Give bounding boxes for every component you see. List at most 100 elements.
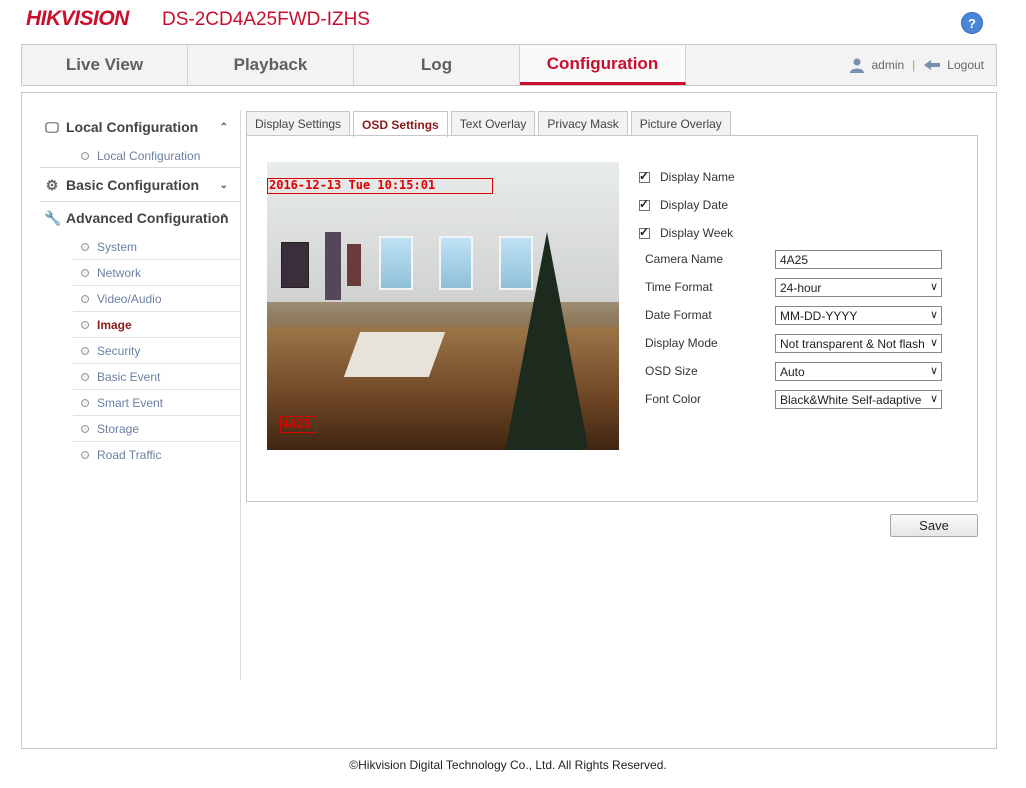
time-format-value: 24-hour xyxy=(780,280,822,295)
sidebar-item-network[interactable]: Network xyxy=(73,260,239,285)
sidebar-item-basic-event[interactable]: Basic Event xyxy=(73,364,239,389)
preview-painting xyxy=(325,232,341,300)
time-format-select[interactable]: 24-hour ∨ xyxy=(775,278,942,297)
user-box: admin | Logout xyxy=(849,57,984,73)
display-name-label: Display Name xyxy=(660,170,735,184)
font-color-select[interactable]: Black&White Self-adaptive ∨ xyxy=(775,390,942,409)
bullet-icon xyxy=(81,424,89,433)
sidebar: 🖵 Local Configuration ⌃ Local Configurat… xyxy=(40,110,241,680)
sidebar-item-label: Video/Audio xyxy=(97,291,162,306)
display-name-row[interactable]: Display Name xyxy=(639,168,735,186)
osd-date-text: 2016-12-13 Tue 10:15:01 xyxy=(269,178,436,192)
display-week-row[interactable]: Display Week xyxy=(639,224,733,242)
footer-copyright: ©Hikvision Digital Technology Co., Ltd. … xyxy=(349,758,667,772)
display-name-checkbox[interactable] xyxy=(639,169,650,183)
tab-display-settings[interactable]: Display Settings xyxy=(246,111,351,135)
font-color-value: Black&White Self-adaptive xyxy=(780,392,922,407)
osd-name-overlay[interactable]: 4A25 xyxy=(280,416,316,433)
sidebar-item-label: Smart Event xyxy=(97,395,164,410)
help-icon[interactable]: ? xyxy=(961,12,983,34)
display-week-label: Display Week xyxy=(660,226,734,240)
device-model-title: DS-2CD4A25FWD-IZHS xyxy=(162,9,370,30)
separator: | xyxy=(912,58,916,72)
divider xyxy=(40,201,240,202)
sidebar-item-smart-event[interactable]: Smart Event xyxy=(73,390,239,415)
chevron-down-icon: ⌄ xyxy=(219,179,228,191)
sidebar-item-video-audio[interactable]: Video/Audio xyxy=(73,286,239,311)
display-mode-select[interactable]: Not transparent & Not flash ∨ xyxy=(775,334,942,353)
tab-text-overlay[interactable]: Text Overlay xyxy=(450,111,536,135)
time-format-label: Time Format xyxy=(645,280,713,294)
display-mode-value: Not transparent & Not flash xyxy=(780,336,924,351)
display-date-label: Display Date xyxy=(660,198,729,212)
date-format-value: MM-DD-YYYY xyxy=(780,308,858,323)
chevron-up-icon: ⌃ xyxy=(219,212,228,224)
bullet-icon xyxy=(81,320,89,329)
hikvision-logo: HIKVISION xyxy=(26,7,129,30)
preview-painting xyxy=(281,242,309,288)
tab-log[interactable]: Log xyxy=(354,45,520,85)
camera-name-label: Camera Name xyxy=(645,252,724,266)
date-format-select[interactable]: MM-DD-YYYY ∨ xyxy=(775,306,942,325)
logout-link[interactable]: Logout xyxy=(947,58,984,72)
tab-osd-settings[interactable]: OSD Settings xyxy=(353,111,448,137)
video-preview[interactable]: 2016-12-13 Tue 10:15:01 4A25 xyxy=(267,162,619,450)
sidebar-item-image[interactable]: Image xyxy=(73,312,239,337)
sidebar-section-advanced[interactable]: 🔧 Advanced Configuration ⌃ xyxy=(44,204,238,232)
sidebar-item-storage[interactable]: Storage xyxy=(73,416,239,441)
date-format-label: Date Format xyxy=(645,308,712,322)
sidebar-section-basic[interactable]: ⚙ Basic Configuration ⌄ xyxy=(44,171,238,199)
divider xyxy=(40,167,240,168)
wrench-icon: 🔧 xyxy=(44,210,62,226)
bullet-icon xyxy=(81,398,89,407)
preview-window xyxy=(439,236,473,290)
preview-table xyxy=(343,332,446,377)
sidebar-item-label: Security xyxy=(97,343,141,358)
gear-icon: ⚙ xyxy=(45,177,59,193)
chevron-up-icon: ⌃ xyxy=(219,121,228,133)
sidebar-item-label: Storage xyxy=(97,421,140,436)
settings-tabs: Display Settings OSD Settings Text Overl… xyxy=(246,111,731,137)
camera-name-input[interactable]: 4A25 xyxy=(775,250,942,269)
chevron-down-icon: ∨ xyxy=(929,309,938,321)
display-week-checkbox[interactable] xyxy=(639,225,650,239)
sidebar-item-label: Network xyxy=(97,265,142,280)
sidebar-section-local[interactable]: 🖵 Local Configuration ⌃ xyxy=(44,113,238,141)
display-date-checkbox[interactable] xyxy=(639,197,650,211)
save-button[interactable]: Save xyxy=(890,514,978,537)
osd-name-text: 4A25 xyxy=(282,417,311,431)
osd-size-select[interactable]: Auto ∨ xyxy=(775,362,942,381)
top-nav: Live View Playback Log Configuration adm… xyxy=(21,44,997,86)
logout-icon[interactable] xyxy=(923,58,941,72)
osd-date-overlay[interactable]: 2016-12-13 Tue 10:15:01 xyxy=(267,178,493,194)
bullet-icon xyxy=(81,346,89,355)
user-icon xyxy=(850,58,865,73)
chevron-down-icon: ∨ xyxy=(929,365,938,377)
tab-playback[interactable]: Playback xyxy=(188,45,354,85)
sidebar-section-title: Local Configuration xyxy=(66,119,199,135)
sidebar-item-system[interactable]: System xyxy=(73,234,239,259)
tab-configuration[interactable]: Configuration xyxy=(520,45,686,85)
sidebar-item-label: Road Traffic xyxy=(97,447,162,462)
tab-privacy-mask[interactable]: Privacy Mask xyxy=(538,111,628,135)
sidebar-item-local-configuration[interactable]: Local Configuration xyxy=(73,143,239,168)
sidebar-item-label: Basic Event xyxy=(97,369,161,384)
chevron-down-icon: ∨ xyxy=(927,336,938,349)
display-date-row[interactable]: Display Date xyxy=(639,196,728,214)
osd-size-label: OSD Size xyxy=(645,364,698,378)
tab-picture-overlay[interactable]: Picture Overlay xyxy=(630,111,731,135)
monitor-icon: 🖵 xyxy=(45,119,59,135)
preview-painting xyxy=(347,244,361,286)
bullet-icon xyxy=(81,242,89,251)
font-color-label: Font Color xyxy=(645,392,702,406)
sidebar-item-security[interactable]: Security xyxy=(73,338,239,363)
sidebar-section-title: Basic Configuration xyxy=(66,177,200,193)
sidebar-item-road-traffic[interactable]: Road Traffic xyxy=(73,442,239,467)
tab-live-view[interactable]: Live View xyxy=(22,45,188,85)
display-mode-label: Display Mode xyxy=(645,336,718,350)
sidebar-item-label: System xyxy=(97,239,138,254)
chevron-down-icon: ∨ xyxy=(927,392,938,405)
bullet-icon xyxy=(81,268,89,277)
bullet-icon xyxy=(81,294,89,303)
sidebar-item-label: Local Configuration xyxy=(97,148,201,163)
